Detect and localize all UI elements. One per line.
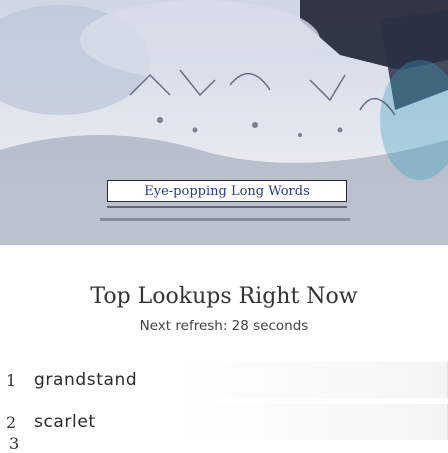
top-lookups-title: Top Lookups Right Now — [90, 284, 358, 309]
lookup-word-link[interactable]: grandstand — [34, 370, 137, 390]
banner-underline — [107, 206, 347, 208]
top-lookups-list: 1 grandstand 2 scarlet — [0, 362, 448, 446]
refresh-countdown: Next refresh: 28 seconds — [139, 318, 309, 334]
list-item[interactable]: 2 scarlet — [0, 404, 448, 440]
rank-number: 3 — [9, 434, 20, 453]
lookup-word-link[interactable]: scarlet — [34, 412, 96, 432]
list-item[interactable]: 1 grandstand — [0, 362, 448, 398]
promo-banner-text: Eye-popping Long Words — [144, 183, 310, 199]
rank-number: 2 — [6, 412, 17, 432]
hero-illustration — [0, 0, 448, 245]
rank-number: 1 — [6, 370, 17, 390]
promo-banner[interactable]: Eye-popping Long Words — [107, 180, 347, 202]
hero-image[interactable]: Eye-popping Long Words — [0, 0, 448, 245]
